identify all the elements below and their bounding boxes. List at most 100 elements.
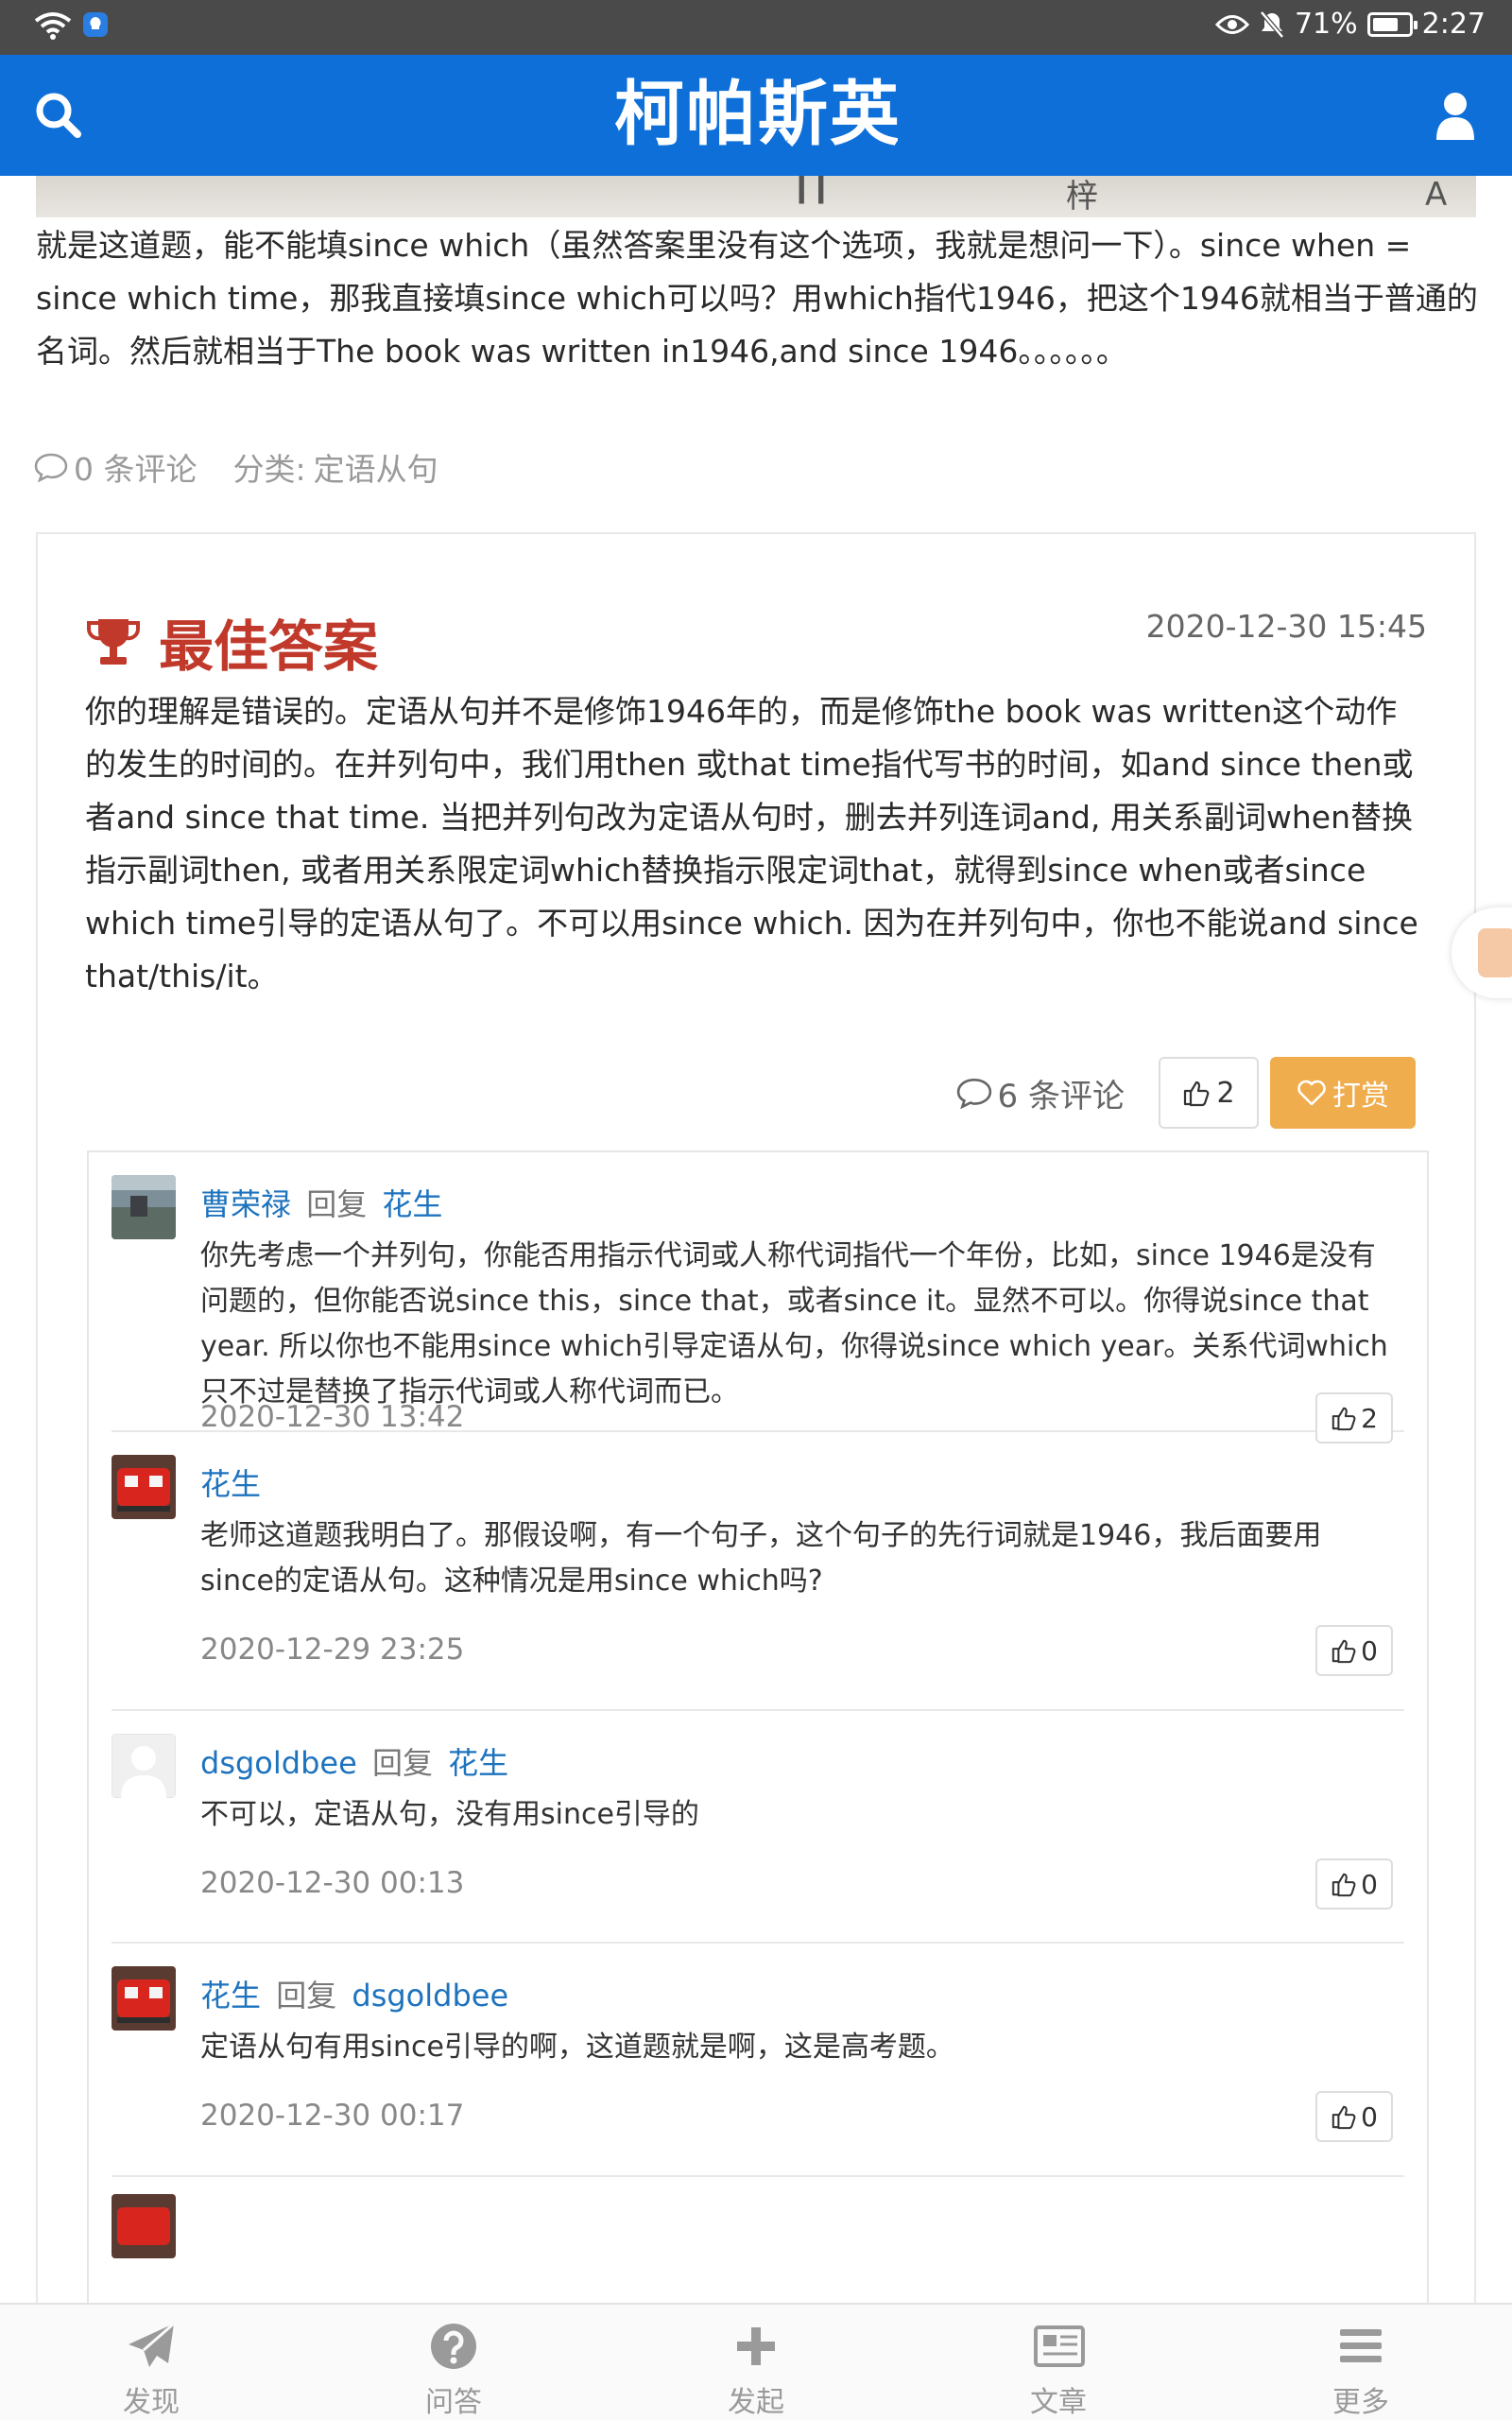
tab-label: 更多 bbox=[1332, 2386, 1389, 2419]
category-link[interactable]: 定语从句 bbox=[314, 444, 438, 490]
avatar[interactable] bbox=[112, 1175, 176, 1239]
comment-header: 花生 bbox=[200, 1461, 261, 1504]
comment-header: 曹荣禄 回复 花生 bbox=[200, 1181, 442, 1224]
avatar[interactable] bbox=[112, 1966, 176, 2031]
avatar-photo bbox=[112, 1175, 176, 1239]
comment-author[interactable]: 曹荣禄 bbox=[200, 1186, 291, 1222]
tab-label: 发现 bbox=[123, 2386, 180, 2419]
plus-icon bbox=[737, 2327, 775, 2365]
trophy-icon bbox=[87, 619, 140, 665]
comment-time: 2020-12-29 23:25 bbox=[200, 1633, 465, 1667]
avatar[interactable] bbox=[112, 2194, 176, 2258]
tab-label: 文章 bbox=[1030, 2386, 1087, 2419]
answer-actions: 6 条评论 2 打赏 bbox=[956, 1057, 1416, 1129]
image-fragment: ┃┃ bbox=[792, 176, 831, 204]
status-right: 71% 2:27 bbox=[1214, 8, 1486, 41]
reply-target[interactable]: dsgoldbee bbox=[352, 1978, 508, 2014]
answer-like-button[interactable]: 2 bbox=[1159, 1057, 1259, 1129]
question-comment-count[interactable]: 0 条评论 bbox=[74, 444, 198, 490]
paper-plane-icon bbox=[129, 2322, 175, 2367]
reply-word: 回复 bbox=[276, 1978, 337, 2014]
reward-label: 打赏 bbox=[1332, 1080, 1389, 1113]
answer-comments-link[interactable]: 6 条评论 bbox=[956, 1070, 1125, 1116]
comment-like-button[interactable]: 0 bbox=[1315, 1625, 1393, 1676]
comment-time: 2020-12-30 00:17 bbox=[200, 2099, 465, 2133]
comments-list: 曹荣禄 回复 花生 你先考虑一个并列句，你能否用指示代词或人称代词指代一个年份，… bbox=[87, 1150, 1429, 2420]
battery-percent: 71% bbox=[1294, 8, 1358, 41]
battery-icon bbox=[1366, 11, 1418, 37]
thumbs-up-icon bbox=[1332, 1873, 1356, 1897]
thumbs-up-icon bbox=[1184, 1080, 1210, 1107]
comment-text: 不可以，定语从句，没有用since引导的 bbox=[200, 1798, 699, 1831]
status-left bbox=[34, 9, 110, 40]
comment-header: dsgoldbee 回复 花生 bbox=[200, 1739, 508, 1783]
comment-time: 2020-12-30 00:13 bbox=[200, 1866, 465, 1900]
answer-comments-label: 6 条评论 bbox=[997, 1077, 1125, 1115]
question-circle-icon bbox=[431, 2324, 476, 2369]
reward-button[interactable]: 打赏 bbox=[1270, 1057, 1416, 1129]
avatar-photo bbox=[112, 1966, 176, 2031]
battery-level bbox=[1372, 17, 1398, 31]
thumbs-up-icon bbox=[1332, 1639, 1356, 1664]
tab-discover[interactable]: 发现 bbox=[0, 2305, 302, 2420]
best-answer-heading: 最佳答案 bbox=[85, 602, 378, 682]
comment-item: 曹荣禄 回复 花生 你先考虑一个并列句，你能否用指示代词或人称代词指代一个年份，… bbox=[112, 1152, 1404, 1443]
top-nav: 柯帕斯英语 bbox=[0, 55, 1512, 176]
comment-item: 花生 回复 dsgoldbee 定语从句有用since引导的啊，这道题就是啊，这… bbox=[112, 1944, 1404, 2177]
site-logo[interactable]: 柯帕斯英语 bbox=[614, 72, 898, 157]
thumbs-up-icon bbox=[1332, 1407, 1356, 1431]
reply-target[interactable]: 花生 bbox=[448, 1745, 508, 1781]
comment-text: 你先考虑一个并列句，你能否用指示代词或人称代词指代一个年份，比如，since 1… bbox=[200, 1239, 1388, 1409]
reply-target[interactable]: 花生 bbox=[382, 1186, 442, 1222]
bottom-tabbar: 发现 问答 发起 文章 更多 bbox=[0, 2303, 1512, 2420]
comment-item: 花生 老师这道题我明白了。那假设啊，有一个句子，这个句子的先行词就是1946，我… bbox=[112, 1432, 1404, 1711]
clock: 2:27 bbox=[1421, 8, 1486, 41]
avatar[interactable] bbox=[112, 1455, 176, 1519]
answer-time: 2020-12-30 15:45 bbox=[1145, 608, 1427, 645]
answer-text: 你的理解是错误的。定语从句并不是修饰1946年的，而是修饰the book wa… bbox=[85, 693, 1418, 994]
comment-like-count: 0 bbox=[1361, 2100, 1378, 2133]
eye-icon bbox=[1214, 14, 1249, 34]
comment-author[interactable]: 花生 bbox=[200, 1466, 261, 1502]
best-answer-title: 最佳答案 bbox=[159, 614, 379, 679]
avatar[interactable] bbox=[112, 1734, 176, 1798]
status-bar: 71% 2:27 bbox=[0, 0, 1512, 55]
tab-qa[interactable]: 问答 bbox=[302, 2305, 605, 2420]
comment-header: 花生 回复 dsgoldbee bbox=[200, 1972, 508, 2015]
comment-icon bbox=[34, 453, 68, 482]
tab-more[interactable]: 更多 bbox=[1210, 2305, 1512, 2420]
default-avatar-icon bbox=[112, 1734, 176, 1798]
avatar-photo bbox=[112, 2194, 176, 2258]
comment-like-button[interactable]: 0 bbox=[1315, 2091, 1393, 2142]
image-fragment: A bbox=[1425, 176, 1448, 214]
comment-like-button[interactable]: 0 bbox=[1315, 1858, 1393, 1910]
tab-label: 发起 bbox=[728, 2386, 784, 2419]
tab-articles[interactable]: 文章 bbox=[907, 2305, 1210, 2420]
notification-app-icon bbox=[83, 12, 108, 37]
answer-like-count: 2 bbox=[1216, 1076, 1235, 1110]
question-image: ┃┃ 梓 A bbox=[36, 176, 1476, 217]
comment-author[interactable]: 花生 bbox=[200, 1978, 261, 2014]
comment-like-count: 2 bbox=[1361, 1402, 1378, 1434]
tab-label: 问答 bbox=[425, 2386, 482, 2419]
search-icon[interactable] bbox=[30, 87, 87, 144]
bell-off-icon bbox=[1260, 9, 1284, 39]
newspaper-icon bbox=[1034, 2325, 1085, 2367]
comment-text: 老师这道题我明白了。那假设啊，有一个句子，这个句子的先行词就是1946，我后面要… bbox=[200, 1519, 1322, 1598]
user-icon[interactable] bbox=[1427, 87, 1484, 144]
best-answer-card: 最佳答案 2020-12-30 15:45 你的理解是错误的。定语从句并不是修饰… bbox=[36, 532, 1476, 2420]
comment-icon bbox=[956, 1078, 991, 1109]
comment-author[interactable]: dsgoldbee bbox=[200, 1745, 357, 1781]
heart-icon bbox=[1297, 1080, 1326, 1106]
comment-time: 2020-12-30 13:42 bbox=[200, 1400, 465, 1434]
comment-like-count: 0 bbox=[1361, 1868, 1378, 1900]
category-label: 分类: bbox=[232, 451, 306, 488]
reply-word: 回复 bbox=[371, 1745, 433, 1781]
tab-create[interactable]: 发起 bbox=[605, 2305, 907, 2420]
question-meta: 0 条评论 分类: 定语从句 bbox=[34, 444, 438, 490]
reply-word: 回复 bbox=[306, 1186, 368, 1222]
comment-text: 定语从句有用since引导的啊，这道题就是啊，这是高考题。 bbox=[200, 2031, 954, 2064]
avatar-photo bbox=[112, 1455, 176, 1519]
comment-like-count: 0 bbox=[1361, 1634, 1378, 1667]
question-text: 就是这道题，能不能填since which（虽然答案里没有这个选项，我就是想问一… bbox=[36, 227, 1478, 370]
